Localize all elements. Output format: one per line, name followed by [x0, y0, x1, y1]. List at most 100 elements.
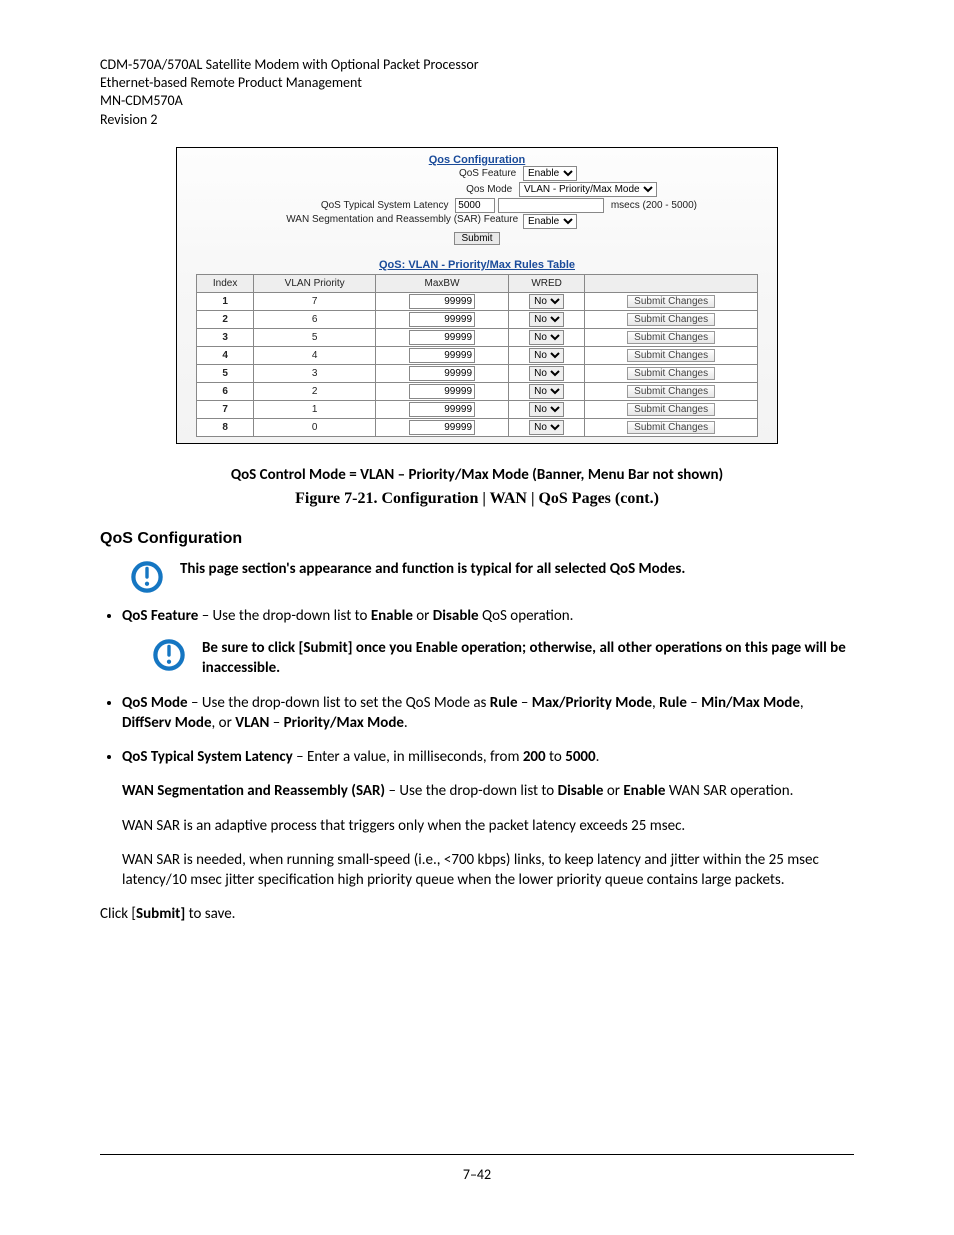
bullet1-disable: Disable: [433, 607, 479, 625]
b3-200: 200: [523, 748, 546, 766]
b2-maxpri: Max/Priority Mode: [532, 694, 652, 712]
b3-p: .: [596, 748, 600, 766]
rule-maxbw-input[interactable]: [409, 330, 475, 345]
rule-index: 6: [197, 382, 254, 400]
cfg-feature-select[interactable]: Enable: [523, 166, 577, 181]
section-heading: QoS Configuration: [100, 530, 854, 548]
rule-action-cell: Submit Changes: [585, 382, 758, 400]
note-1-text: This page section's appearance and funct…: [180, 560, 854, 578]
bullet-qos-mode: QoS Mode – Use the drop-down list to set…: [122, 693, 854, 734]
rule-maxbw-input[interactable]: [409, 402, 475, 417]
caption-mode-sep: –: [394, 466, 408, 484]
rule-wred-cell: No: [508, 346, 584, 364]
body-list: QoS Feature – Use the drop-down list to …: [114, 606, 854, 891]
cfg-latency-input[interactable]: [455, 198, 495, 213]
b2-minmax: Min/Max Mode: [701, 694, 800, 712]
bullet1-lead: QoS Feature: [122, 607, 198, 625]
rules-table: Index VLAN Priority MaxBW WRED 17NoSubmi…: [196, 274, 758, 437]
rule-action-cell: Submit Changes: [585, 310, 758, 328]
rule-submit-button[interactable]: Submit Changes: [627, 349, 715, 362]
rule-maxbw-input[interactable]: [409, 294, 475, 309]
rule-maxbw-input[interactable]: [409, 384, 475, 399]
rule-submit-button[interactable]: Submit Changes: [627, 367, 715, 380]
rule-priority: 3: [254, 364, 376, 382]
rule-wred-select[interactable]: No: [529, 312, 564, 327]
rule-maxbw-cell: [376, 310, 509, 328]
b3-rest: – Enter a value, in milliseconds, from: [293, 748, 523, 766]
rule-maxbw-cell: [376, 418, 509, 436]
rule-wred-select[interactable]: No: [529, 330, 564, 345]
rule-wred-select[interactable]: No: [529, 402, 564, 417]
para-wan2: WAN SAR is needed, when running small-sp…: [122, 850, 854, 891]
info-icon: [152, 638, 186, 672]
rule-maxbw-cell: [376, 292, 509, 310]
rule-index: 1: [197, 292, 254, 310]
b2-diff: DiffServ Mode: [122, 714, 212, 732]
b3-5000: 5000: [565, 748, 595, 766]
rule-wred-select[interactable]: No: [529, 294, 564, 309]
rule-index: 3: [197, 328, 254, 346]
rule-action-cell: Submit Changes: [585, 364, 758, 382]
rule-wred-cell: No: [508, 292, 584, 310]
rule-wred-select[interactable]: No: [529, 366, 564, 381]
table-row: 53NoSubmit Changes: [197, 364, 758, 382]
rule-wred-cell: No: [508, 364, 584, 382]
bullet1-tail: QoS operation.: [479, 607, 574, 625]
cfg-latency-units: msecs (200 - 5000): [611, 200, 697, 211]
rule-wred-select[interactable]: No: [529, 348, 564, 363]
rule-maxbw-input[interactable]: [409, 348, 475, 363]
cfg-mode-select[interactable]: VLAN - Priority/Max Mode: [519, 182, 657, 197]
note-2-text: Be sure to click [Submit] once you Enabl…: [202, 638, 854, 679]
rule-action-cell: Submit Changes: [585, 400, 758, 418]
cfg-sar-select[interactable]: Enable: [523, 214, 577, 229]
rule-action-cell: Submit Changes: [585, 328, 758, 346]
rule-submit-button[interactable]: Submit Changes: [627, 403, 715, 416]
rule-maxbw-input[interactable]: [409, 420, 475, 435]
rule-priority: 7: [254, 292, 376, 310]
figure-qos-config: Qos Configuration QoS Feature Enable Qos…: [176, 147, 778, 444]
rule-submit-button[interactable]: Submit Changes: [627, 385, 715, 398]
rule-maxbw-cell: [376, 328, 509, 346]
b2-p: .: [404, 714, 408, 732]
figure-title: Qos Configuration: [177, 148, 777, 166]
rule-maxbw-input[interactable]: [409, 312, 475, 327]
b2-rule2: Rule: [659, 694, 687, 712]
table-row: 17 No Submit Changes: [197, 292, 758, 310]
figure-caption: Figure 7-21. Configuration | WAN | QoS P…: [100, 490, 854, 508]
rule-submit-button[interactable]: Submit Changes: [627, 331, 715, 344]
cfg-submit-row: Submit: [177, 230, 777, 259]
caption-mode-post: Priority/Max Mode (Banner, Menu Bar not …: [409, 466, 724, 484]
rule-maxbw-input[interactable]: [409, 366, 475, 381]
cs-bold: Submit]: [136, 905, 185, 923]
sar-rest: – Use the drop-down list to: [385, 782, 558, 800]
rule-submit-button[interactable]: Submit Changes: [627, 313, 715, 326]
header-left-1: CDM-570A/570AL Satellite Modem with Opti…: [100, 56, 854, 74]
rule-submit-button[interactable]: Submit Changes: [627, 295, 715, 308]
sar-en: Enable: [623, 782, 665, 800]
b2-rule: Rule: [490, 694, 518, 712]
sar-lead: WAN Segmentation and Reassembly (SAR): [122, 782, 385, 800]
cs-post: to save.: [185, 905, 235, 923]
rule-wred-select[interactable]: No: [529, 384, 564, 399]
rule-wred-select[interactable]: No: [529, 420, 564, 435]
page-number: 7–42: [463, 1166, 491, 1183]
b3-lead: QoS Typical System Latency: [122, 748, 293, 766]
rules-th-wred: WRED: [508, 274, 584, 292]
rule-priority: 1: [254, 400, 376, 418]
b2-d1b: –: [687, 694, 701, 712]
click-submit: Click [Submit] to save.: [100, 904, 854, 924]
cfg-latency-label: QoS Typical System Latency: [321, 200, 449, 211]
rule-index: 7: [197, 400, 254, 418]
cfg-latency-spacer: [498, 198, 604, 213]
bullet1-or: or: [413, 607, 433, 625]
rule-maxbw-cell: [376, 364, 509, 382]
table-row: 71 No Submit Changes: [197, 400, 758, 418]
rules-th-action: [585, 274, 758, 292]
rule-submit-button[interactable]: Submit Changes: [627, 421, 715, 434]
cfg-sar-label: WAN Segmentation and Reassembly (SAR) Fe…: [286, 214, 516, 225]
rule-priority: 4: [254, 346, 376, 364]
info-icon: [130, 560, 164, 594]
cfg-submit-button[interactable]: Submit: [454, 232, 499, 245]
b2-or: , or: [212, 714, 236, 732]
rule-wred-cell: No: [508, 310, 584, 328]
